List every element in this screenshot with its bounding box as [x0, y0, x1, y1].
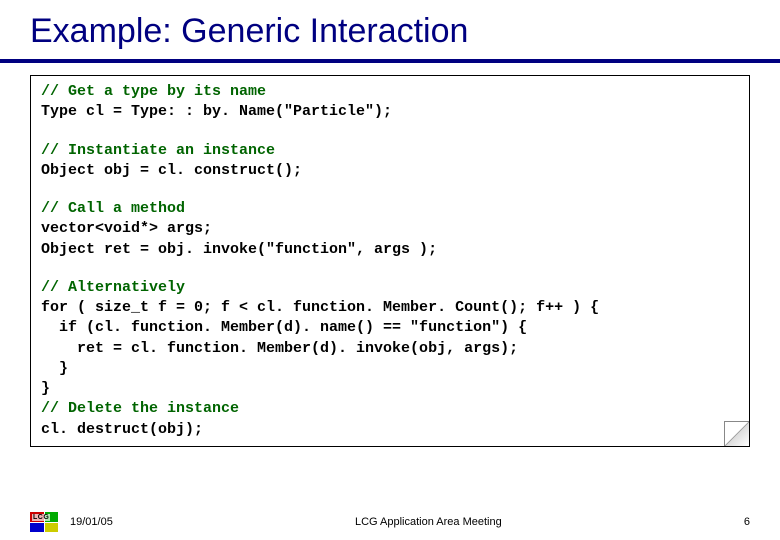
footer-center: LCG Application Area Meeting: [113, 516, 744, 528]
code-box: // Get a type by its name Type cl = Type…: [30, 75, 750, 447]
footer-page-number: 6: [744, 516, 750, 528]
slide-title: Example: Generic Interaction: [0, 0, 780, 59]
code-comment: // Delete the instance: [41, 399, 739, 419]
code-comment: // Instantiate an instance: [41, 141, 739, 161]
blank-line: [41, 260, 739, 278]
code-line: }: [41, 379, 739, 399]
code-comment: // Alternatively: [41, 278, 739, 298]
footer-date: 19/01/05: [70, 516, 113, 528]
code-line: }: [41, 359, 739, 379]
blank-line: [41, 123, 739, 141]
code-line: cl. destruct(obj);: [41, 420, 739, 440]
title-underline: [0, 59, 780, 63]
code-line: vector<void*> args;: [41, 219, 739, 239]
footer: LCG 19/01/05 LCG Application Area Meetin…: [0, 512, 780, 532]
slide: Example: Generic Interaction // Get a ty…: [0, 0, 780, 540]
code-line: ret = cl. function. Member(d). invoke(ob…: [41, 339, 739, 359]
code-line: if (cl. function. Member(d). name() == "…: [41, 318, 739, 338]
code-line: Object ret = obj. invoke("function", arg…: [41, 240, 739, 260]
blank-line: [41, 181, 739, 199]
code-line: Type cl = Type: : by. Name("Particle");: [41, 102, 739, 122]
code-comment: // Call a method: [41, 199, 739, 219]
code-line: for ( size_t f = 0; f < cl. function. Me…: [41, 298, 739, 318]
logo-text: LCG: [32, 514, 50, 521]
code-comment: // Get a type by its name: [41, 82, 739, 102]
lcg-logo-icon: LCG: [30, 512, 58, 532]
code-line: Object obj = cl. construct();: [41, 161, 739, 181]
